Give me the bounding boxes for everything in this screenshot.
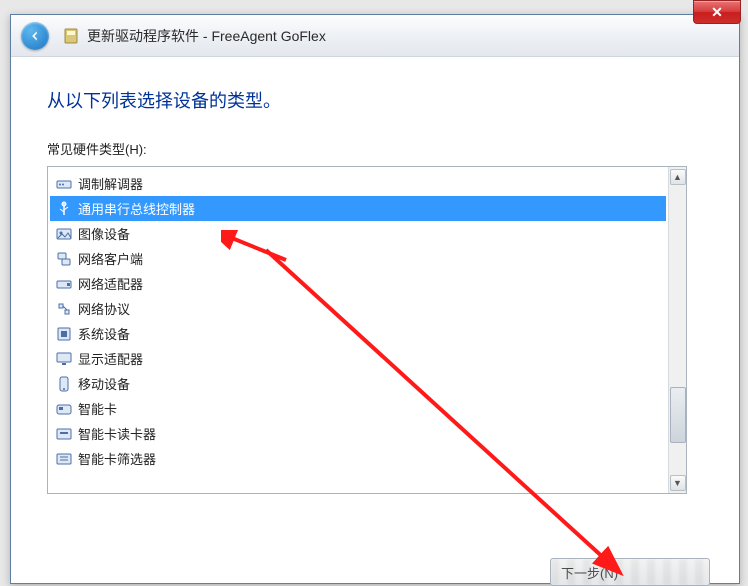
usb-icon: [56, 201, 72, 217]
system-icon: [56, 326, 72, 342]
list-item[interactable]: 调制解调器: [50, 171, 666, 196]
list-item-label: 网络客户端: [78, 249, 143, 268]
list-item[interactable]: 显示适配器: [50, 346, 666, 371]
blur-overlay: [551, 559, 709, 585]
list-item-label: 移动设备: [78, 374, 130, 393]
list-item-label: 网络适配器: [78, 274, 143, 293]
back-button[interactable]: [21, 22, 49, 50]
list-item-label: 智能卡读卡器: [78, 424, 156, 443]
list-item-label: 系统设备: [78, 324, 130, 343]
list-item-label: 通用串行总线控制器: [78, 199, 195, 218]
display-icon: [56, 351, 72, 367]
list-item-label: 显示适配器: [78, 349, 143, 368]
arrow-left-icon: [28, 29, 42, 43]
mobile-icon: [56, 376, 72, 392]
close-button[interactable]: ✕: [693, 0, 741, 24]
list-item-label: 网络协议: [78, 299, 130, 318]
smartcardfilter-icon: [56, 451, 72, 467]
drive-icon: [63, 28, 79, 44]
titlebar: 更新驱动程序软件 - FreeAgent GoFlex ✕: [11, 15, 739, 57]
window-title: 更新驱动程序软件 - FreeAgent GoFlex: [87, 26, 326, 46]
list-item[interactable]: 网络协议: [50, 296, 666, 321]
list-item[interactable]: 智能卡筛选器: [50, 446, 666, 471]
scroll-up-button[interactable]: ▲: [670, 169, 686, 185]
list-item[interactable]: 网络适配器: [50, 271, 666, 296]
hardware-type-listbox: 调制解调器通用串行总线控制器图像设备网络客户端网络适配器网络协议系统设备显示适配…: [47, 166, 687, 494]
list-item-label: 图像设备: [78, 224, 130, 243]
list-item-label: 调制解调器: [78, 174, 143, 193]
list-item[interactable]: 移动设备: [50, 371, 666, 396]
list-item[interactable]: 网络客户端: [50, 246, 666, 271]
smartcardreader-icon: [56, 426, 72, 442]
scrollbar: ▲ ▼: [668, 167, 686, 493]
smartcard-icon: [56, 401, 72, 417]
list-item[interactable]: 智能卡: [50, 396, 666, 421]
list-item[interactable]: 系统设备: [50, 321, 666, 346]
image-icon: [56, 226, 72, 242]
list-item-label: 智能卡: [78, 399, 117, 418]
list-item[interactable]: 通用串行总线控制器: [50, 196, 666, 221]
scroll-down-button[interactable]: ▼: [670, 475, 686, 491]
netclient-icon: [56, 251, 72, 267]
scroll-track[interactable]: [670, 187, 686, 473]
list-item[interactable]: 图像设备: [50, 221, 666, 246]
netadapter-icon: [56, 276, 72, 292]
list-label: 常见硬件类型(H):: [47, 139, 703, 158]
page-heading: 从以下列表选择设备的类型。: [47, 87, 703, 113]
dialog-body: 从以下列表选择设备的类型。 常见硬件类型(H): 调制解调器通用串行总线控制器图…: [11, 57, 739, 494]
next-button[interactable]: 下一步(N): [550, 558, 710, 586]
dialog-window: 更新驱动程序软件 - FreeAgent GoFlex ✕ 从以下列表选择设备的…: [10, 14, 740, 584]
modem-icon: [56, 176, 72, 192]
scroll-thumb[interactable]: [670, 387, 686, 443]
close-icon: ✕: [711, 4, 723, 21]
list-item[interactable]: 智能卡读卡器: [50, 421, 666, 446]
netproto-icon: [56, 301, 72, 317]
list-item-label: 智能卡筛选器: [78, 449, 156, 468]
list-items-container: 调制解调器通用串行总线控制器图像设备网络客户端网络适配器网络协议系统设备显示适配…: [48, 167, 668, 493]
